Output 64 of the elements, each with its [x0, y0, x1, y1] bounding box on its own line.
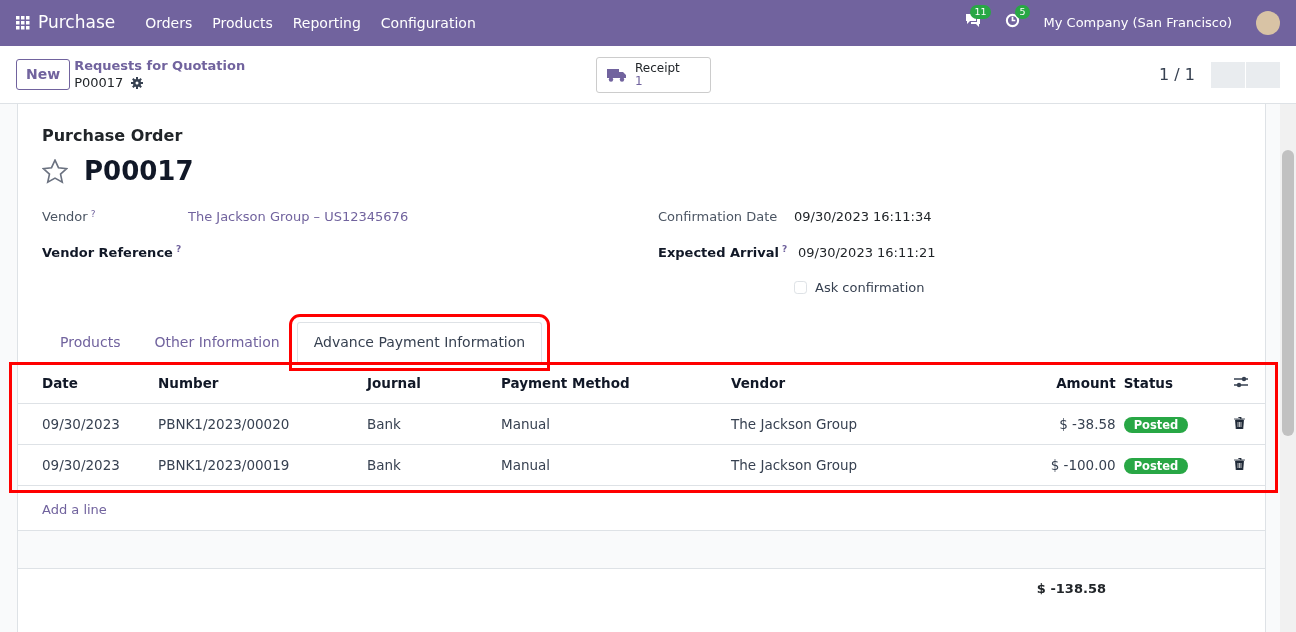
table-cell: 09/30/2023	[18, 444, 158, 486]
record-title: P00017	[84, 155, 194, 188]
column-header: Payment Method	[501, 362, 731, 404]
trash-icon[interactable]	[1233, 458, 1245, 470]
smart-button-label: Receipt	[635, 61, 680, 75]
company-name[interactable]: My Company (San Francisco)	[1043, 13, 1232, 33]
column-header: Amount	[1013, 362, 1124, 404]
app-menu-icon[interactable]	[16, 16, 30, 30]
table-cell: Bank	[367, 444, 501, 486]
vendor-link[interactable]: The Jackson Group – US12345676	[188, 207, 409, 227]
column-header: Date	[18, 362, 158, 404]
checkbox[interactable]	[794, 281, 807, 295]
avatar[interactable]	[1256, 11, 1280, 35]
help-icon: ?	[90, 208, 96, 219]
clock-icon[interactable]	[1004, 12, 1020, 28]
counter-badge: 5	[1015, 4, 1030, 19]
field-label: Confirmation Date	[658, 209, 778, 224]
status-tag: Posted	[1123, 416, 1189, 433]
menu-item[interactable]: Products	[202, 12, 283, 34]
help-icon: ?	[175, 244, 182, 254]
amount-cell: $ -100.00	[1013, 444, 1124, 486]
menu-item[interactable]: Configuration	[370, 12, 486, 34]
tab[interactable]: Products	[42, 321, 138, 363]
checkbox-label: Ask confirmation	[815, 279, 925, 297]
total-amount: $ -138.58	[1036, 579, 1106, 598]
field-value: 09/30/2023 16:11:21	[798, 243, 936, 262]
table-cell: PBNK1/2023/00019	[158, 444, 367, 486]
table-cell: The Jackson Group	[731, 444, 1014, 486]
table-cell: The Jackson Group	[731, 403, 1014, 445]
status-tag: Posted	[1123, 458, 1189, 474]
table-cell: Bank	[367, 403, 501, 445]
tab[interactable]: Other Information	[137, 321, 297, 363]
help-icon: ?	[782, 244, 788, 254]
field-label: Expected Arrival	[658, 244, 779, 260]
column-header: Status	[1123, 362, 1234, 404]
menu-item[interactable]: Reporting	[282, 12, 371, 34]
table-cell: Manual	[501, 403, 731, 445]
field-label: Vendor Reference	[42, 244, 173, 260]
form-caption: Purchase Order	[42, 125, 184, 147]
menu-item[interactable]: Orders	[135, 12, 203, 34]
trash-icon[interactable]	[1233, 416, 1245, 429]
pager-value: 1 / 1	[1159, 63, 1195, 86]
settings-icon[interactable]	[131, 76, 144, 89]
new-button[interactable]: New	[16, 59, 71, 90]
table-cell: 09/30/2023	[18, 403, 158, 445]
record-name: P00017	[74, 74, 124, 91]
column-header: Vendor	[731, 362, 1014, 404]
add-line-link[interactable]: Add a line	[42, 502, 107, 518]
amount-cell: $ -38.58	[1013, 403, 1124, 445]
column-header: Journal	[367, 362, 501, 404]
table-cell: PBNK1/2023/00020	[158, 403, 367, 445]
breadcrumb-link[interactable]: Requests for Quotation	[74, 58, 246, 75]
app-title[interactable]: Purchase	[30, 10, 136, 36]
field-label: Vendor	[42, 209, 88, 224]
field-value: 09/30/2023 16:11:34	[794, 208, 932, 226]
truck-icon	[607, 67, 627, 82]
column-header: Number	[158, 362, 367, 404]
counter-badge: 11	[970, 4, 991, 19]
column-settings-icon[interactable]	[1233, 375, 1248, 388]
receipt-smart-button[interactable]: Receipt 1	[596, 56, 711, 93]
table-cell: Manual	[501, 444, 731, 486]
star-icon[interactable]	[42, 159, 68, 184]
smart-button-count: 1	[635, 74, 643, 88]
scrollbar-thumb[interactable]	[1282, 150, 1294, 436]
